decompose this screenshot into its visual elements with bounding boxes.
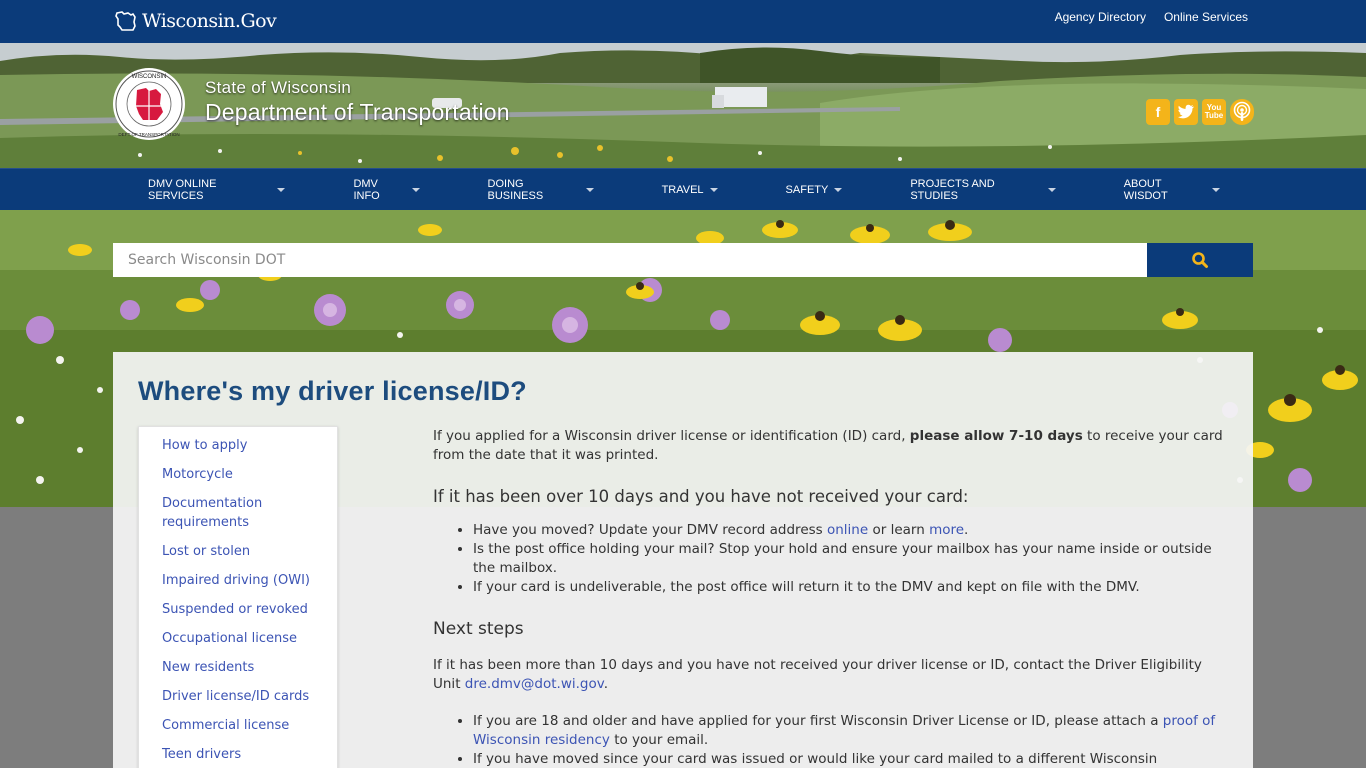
- nav-label: DOING BUSINESS: [487, 178, 544, 202]
- caret-down-icon: [709, 188, 718, 192]
- search-icon: [1192, 252, 1208, 268]
- nav-label: SAFETY: [785, 184, 829, 196]
- nav-dmv-online-services[interactable]: DMV ONLINE SERVICES: [114, 178, 319, 202]
- bullet-text: to your email.: [609, 732, 709, 748]
- learn-more-link[interactable]: more: [929, 522, 964, 538]
- bullet-text: Have you moved? Update your DMV record a…: [473, 522, 827, 538]
- page-title: Where's my driver license/ID?: [138, 376, 527, 406]
- search-input[interactable]: [113, 243, 1147, 277]
- nav-label: TRAVEL: [661, 184, 704, 196]
- caret-down-icon: [277, 188, 286, 192]
- sidenav-motorcycle[interactable]: Motorcycle: [139, 465, 337, 484]
- nav-label: PROJECTS AND STUDIES: [910, 178, 995, 202]
- content-panel: Where's my driver license/ID? How to app…: [113, 352, 1253, 768]
- bullet-text: If you are 18 and older and have applied…: [473, 713, 1163, 729]
- list-item: Is the post office holding your mail? St…: [473, 540, 1233, 578]
- nav-label: DMV INFO: [353, 178, 380, 202]
- sidenav-suspended-or-revoked[interactable]: Suspended or revoked: [139, 600, 337, 619]
- nav-travel[interactable]: TRAVEL: [628, 184, 752, 196]
- nav-about-wisdot[interactable]: ABOUT WISDOT: [1090, 178, 1254, 202]
- caret-down-icon: [411, 188, 420, 192]
- sidenav-impaired-driving[interactable]: Impaired driving (OWI): [139, 571, 337, 590]
- wisconsin-gov-text: Wisconsin.Gov: [142, 10, 277, 32]
- nav-doing-business[interactable]: DOING BUSINESS: [454, 178, 628, 202]
- sidenav-teen-drivers[interactable]: Teen drivers: [139, 745, 337, 764]
- list-item: If your card is undeliverable, the post …: [473, 578, 1233, 597]
- nav-projects-and-studies[interactable]: PROJECTS AND STUDIES: [876, 178, 1089, 202]
- sidenav-how-to-apply[interactable]: How to apply: [139, 436, 337, 455]
- header-banner: WISCONSIN DEPT OF TRANSPORTATION State o…: [0, 43, 1366, 168]
- caret-down-icon: [1047, 188, 1056, 192]
- svg-text:DEPT OF TRANSPORTATION: DEPT OF TRANSPORTATION: [118, 132, 179, 137]
- caret-down-icon: [585, 188, 594, 192]
- main-navigation: DMV ONLINE SERVICES DMV INFO DOING BUSIN…: [0, 168, 1366, 210]
- nav-dmv-info[interactable]: DMV INFO: [319, 178, 453, 202]
- nav-safety[interactable]: SAFETY: [752, 184, 877, 196]
- sidenav-lost-or-stolen[interactable]: Lost or stolen: [139, 542, 337, 561]
- sidenav-new-residents[interactable]: New residents: [139, 658, 337, 677]
- wisconsin-gov-logo[interactable]: Wisconsin.Gov: [114, 6, 277, 36]
- top-links: Agency Directory Online Services: [1055, 10, 1248, 24]
- svg-text:WISCONSIN: WISCONSIN: [132, 74, 167, 80]
- next-steps-list: If you are 18 and older and have applied…: [473, 712, 1233, 768]
- caret-down-icon: [1211, 188, 1220, 192]
- bullet-text: .: [964, 522, 969, 538]
- youtube-icon[interactable]: You Tube: [1202, 99, 1226, 125]
- top-bar: Wisconsin.Gov Agency Directory Online Se…: [0, 0, 1366, 43]
- sidenav-driver-license-id-cards[interactable]: Driver license/ID cards: [139, 687, 337, 706]
- wisdot-seal-logo[interactable]: WISCONSIN DEPT OF TRANSPORTATION: [111, 66, 187, 142]
- sidenav-documentation-requirements[interactable]: Documentation requirements: [139, 494, 269, 532]
- department-name[interactable]: Department of Transportation: [205, 99, 510, 126]
- section-heading-next-steps: Next steps: [433, 619, 524, 639]
- podcast-icon[interactable]: [1230, 99, 1254, 125]
- update-address-online-link[interactable]: online: [827, 522, 868, 538]
- list-item: Have you moved? Update your DMV record a…: [473, 521, 1233, 540]
- agency-directory-link[interactable]: Agency Directory: [1055, 10, 1146, 24]
- wisconsin-state-icon: [115, 11, 136, 31]
- twitter-icon[interactable]: [1174, 99, 1198, 125]
- caret-down-icon: [834, 188, 843, 192]
- state-name: State of Wisconsin: [205, 78, 352, 97]
- nav-label: DMV ONLINE SERVICES: [148, 178, 217, 202]
- bullet-text: or learn: [868, 522, 930, 538]
- intro-text-1: If you applied for a Wisconsin driver li…: [433, 428, 910, 444]
- nav-label: ABOUT WISDOT: [1123, 178, 1168, 202]
- main-content: If you applied for a Wisconsin driver li…: [433, 427, 1233, 768]
- sidenav-commercial-license[interactable]: Commercial license: [139, 716, 337, 735]
- intro-bold: please allow 7-10 days: [909, 428, 1083, 444]
- social-links: f You Tube: [1146, 99, 1254, 125]
- sidenav-occupational-license[interactable]: Occupational license: [139, 629, 337, 648]
- facebook-icon[interactable]: f: [1146, 99, 1170, 125]
- next-steps-paragraph: If it has been more than 10 days and you…: [433, 656, 1233, 694]
- search-button[interactable]: [1147, 243, 1253, 277]
- side-navigation: How to apply Motorcycle Documentation re…: [138, 426, 338, 768]
- dre-email-link[interactable]: dre.dmv@dot.wi.gov: [465, 676, 604, 692]
- section-heading-not-received: If it has been over 10 days and you have…: [433, 487, 969, 506]
- list-item: If you have moved since your card was is…: [473, 750, 1233, 768]
- not-received-list: Have you moved? Update your DMV record a…: [473, 521, 1233, 597]
- next-text-2: .: [603, 676, 608, 692]
- intro-paragraph: If you applied for a Wisconsin driver li…: [433, 427, 1233, 465]
- list-item: If you are 18 and older and have applied…: [473, 712, 1233, 750]
- online-services-link[interactable]: Online Services: [1164, 10, 1248, 24]
